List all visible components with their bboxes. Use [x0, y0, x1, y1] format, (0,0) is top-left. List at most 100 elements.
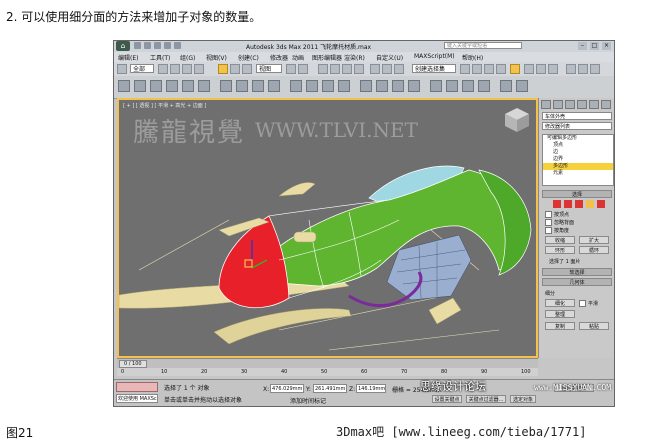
by-vertex-checkbox[interactable]: 按顶点	[545, 211, 569, 218]
bevel-icon[interactable]	[220, 80, 232, 92]
ribbon-toggle-icon[interactable]	[566, 64, 576, 74]
stack-item-polygon[interactable]: 多边形	[543, 163, 613, 170]
edit-geometry-rollout-header[interactable]: 几何体	[542, 278, 612, 286]
inset-icon[interactable]	[252, 80, 264, 92]
scale-icon[interactable]	[242, 64, 252, 74]
window-crossing-icon[interactable]	[194, 64, 204, 74]
named-selection-icon[interactable]	[370, 64, 380, 74]
border-mode-icon[interactable]	[166, 80, 178, 92]
y-coordinate-field[interactable]: 261.491mm	[313, 384, 347, 393]
selected-object-dropdown[interactable]: 选定对象	[510, 395, 536, 403]
ring-button[interactable]: 环形	[545, 246, 575, 254]
frame-indicator[interactable]: 0 / 100	[119, 360, 147, 368]
edge-level-icon[interactable]	[564, 200, 572, 208]
utilities-tab-icon[interactable]	[601, 100, 611, 109]
stack-item-editable-poly[interactable]: 可编辑多边形	[543, 135, 613, 142]
ignore-backfacing-checkbox[interactable]: 忽略背面	[545, 219, 574, 226]
curve-editor-icon[interactable]	[484, 64, 494, 74]
loop-button[interactable]: 循环	[579, 246, 609, 254]
relax-icon[interactable]	[462, 80, 474, 92]
align-icon[interactable]	[394, 64, 404, 74]
close-button[interactable]: ×	[602, 42, 611, 50]
minimize-button[interactable]: –	[578, 42, 587, 50]
redo-icon[interactable]	[174, 42, 181, 49]
new-file-icon[interactable]	[134, 42, 141, 49]
menu-customize[interactable]: 自定义(U)	[376, 53, 403, 62]
selection-rollout-header[interactable]: 选择	[542, 190, 612, 198]
selection-filter-dropdown[interactable]: 全部	[130, 64, 154, 73]
undo-icon[interactable]	[117, 64, 127, 74]
rect-selection-icon[interactable]	[182, 64, 192, 74]
element-level-icon[interactable]	[597, 200, 605, 208]
vertex-level-icon[interactable]	[553, 200, 561, 208]
vertex-mode-icon[interactable]	[134, 80, 146, 92]
grow-button[interactable]: 扩大	[579, 236, 609, 244]
connect-icon[interactable]	[322, 80, 334, 92]
element-mode-icon[interactable]	[198, 80, 210, 92]
target-weld-icon[interactable]	[376, 80, 388, 92]
maxscript-listener[interactable]	[116, 382, 158, 392]
angle-snap-icon[interactable]	[330, 64, 340, 74]
material-editor-icon[interactable]	[510, 64, 520, 74]
border-level-icon[interactable]	[575, 200, 583, 208]
modifier-list-dropdown[interactable]: 修改器列表	[542, 122, 612, 130]
schematic-view-icon[interactable]	[496, 64, 506, 74]
polygon-level-icon[interactable]	[586, 200, 594, 208]
paste-button[interactable]: 粘贴	[579, 322, 609, 330]
select-by-name-icon[interactable]	[170, 64, 180, 74]
polygon-mode-icon[interactable]	[182, 80, 194, 92]
tessellate-icon[interactable]	[430, 80, 442, 92]
create-tab-icon[interactable]	[541, 100, 551, 109]
meshsmooth-icon[interactable]	[446, 80, 458, 92]
add-time-tag[interactable]: 添加时间标记	[290, 396, 326, 405]
slice-icon[interactable]	[306, 80, 318, 92]
rotate-icon[interactable]	[230, 64, 240, 74]
percent-snap-icon[interactable]	[342, 64, 352, 74]
extrude-icon[interactable]	[236, 80, 248, 92]
more-tools-icon[interactable]	[590, 64, 600, 74]
pivot-center-icon[interactable]	[286, 64, 296, 74]
save-file-icon[interactable]	[154, 42, 161, 49]
layer-explorer-icon[interactable]	[578, 64, 588, 74]
snap-toggle-icon[interactable]	[318, 64, 328, 74]
select-object-icon[interactable]	[158, 64, 168, 74]
edit-poly-icon[interactable]	[118, 80, 130, 92]
stack-item-vertex[interactable]: 顶点	[543, 142, 613, 149]
soft-selection-rollout-header[interactable]: 软选择	[542, 268, 612, 276]
open-file-icon[interactable]	[144, 42, 151, 49]
named-selection-set-dropdown[interactable]: 创建选择集	[412, 64, 456, 73]
menu-create[interactable]: 创建(C)	[238, 53, 259, 62]
unhide-all-icon[interactable]	[516, 80, 528, 92]
edge-mode-icon[interactable]	[150, 80, 162, 92]
weld-icon[interactable]	[360, 80, 372, 92]
render-setup-icon[interactable]	[524, 64, 534, 74]
track-bar[interactable]: 0 10 20 30 40 50 60 70 80 90 100	[117, 368, 538, 376]
render-production-icon[interactable]	[548, 64, 558, 74]
modify-tab-icon[interactable]	[553, 100, 563, 109]
object-name-field[interactable]: 车体外壳	[542, 112, 612, 120]
collapse-icon[interactable]	[392, 80, 404, 92]
key-filters-button[interactable]: 关键点过滤器...	[466, 395, 506, 403]
set-key-button[interactable]: 设置关键点	[432, 395, 462, 403]
render-frame-icon[interactable]	[536, 64, 546, 74]
x-coordinate-field[interactable]: 476.029mm	[270, 384, 304, 393]
menu-edit[interactable]: 编辑(E)	[118, 53, 138, 62]
mirror-icon[interactable]	[382, 64, 392, 74]
hierarchy-tab-icon[interactable]	[565, 100, 575, 109]
copy-button[interactable]: 复制	[545, 322, 575, 330]
layer-manager-icon[interactable]	[460, 64, 470, 74]
undo-icon[interactable]	[164, 42, 171, 49]
outline-icon[interactable]	[268, 80, 280, 92]
detach-icon[interactable]	[408, 80, 420, 92]
make-planar-icon[interactable]	[478, 80, 490, 92]
menu-graph-editors[interactable]: 图形编辑器	[312, 53, 342, 62]
stack-item-edge[interactable]: 边	[543, 149, 613, 156]
app-logo-icon[interactable]: ⌂	[116, 41, 130, 51]
chamfer-icon[interactable]	[338, 80, 350, 92]
menu-group[interactable]: 组(G)	[180, 53, 195, 62]
stack-item-border[interactable]: 边界	[543, 156, 613, 163]
smooth-checkbox[interactable]: 平滑	[579, 300, 598, 307]
hide-selected-icon[interactable]	[500, 80, 512, 92]
menu-help[interactable]: 帮助(H)	[462, 53, 483, 62]
select-manipulate-icon[interactable]	[298, 64, 308, 74]
